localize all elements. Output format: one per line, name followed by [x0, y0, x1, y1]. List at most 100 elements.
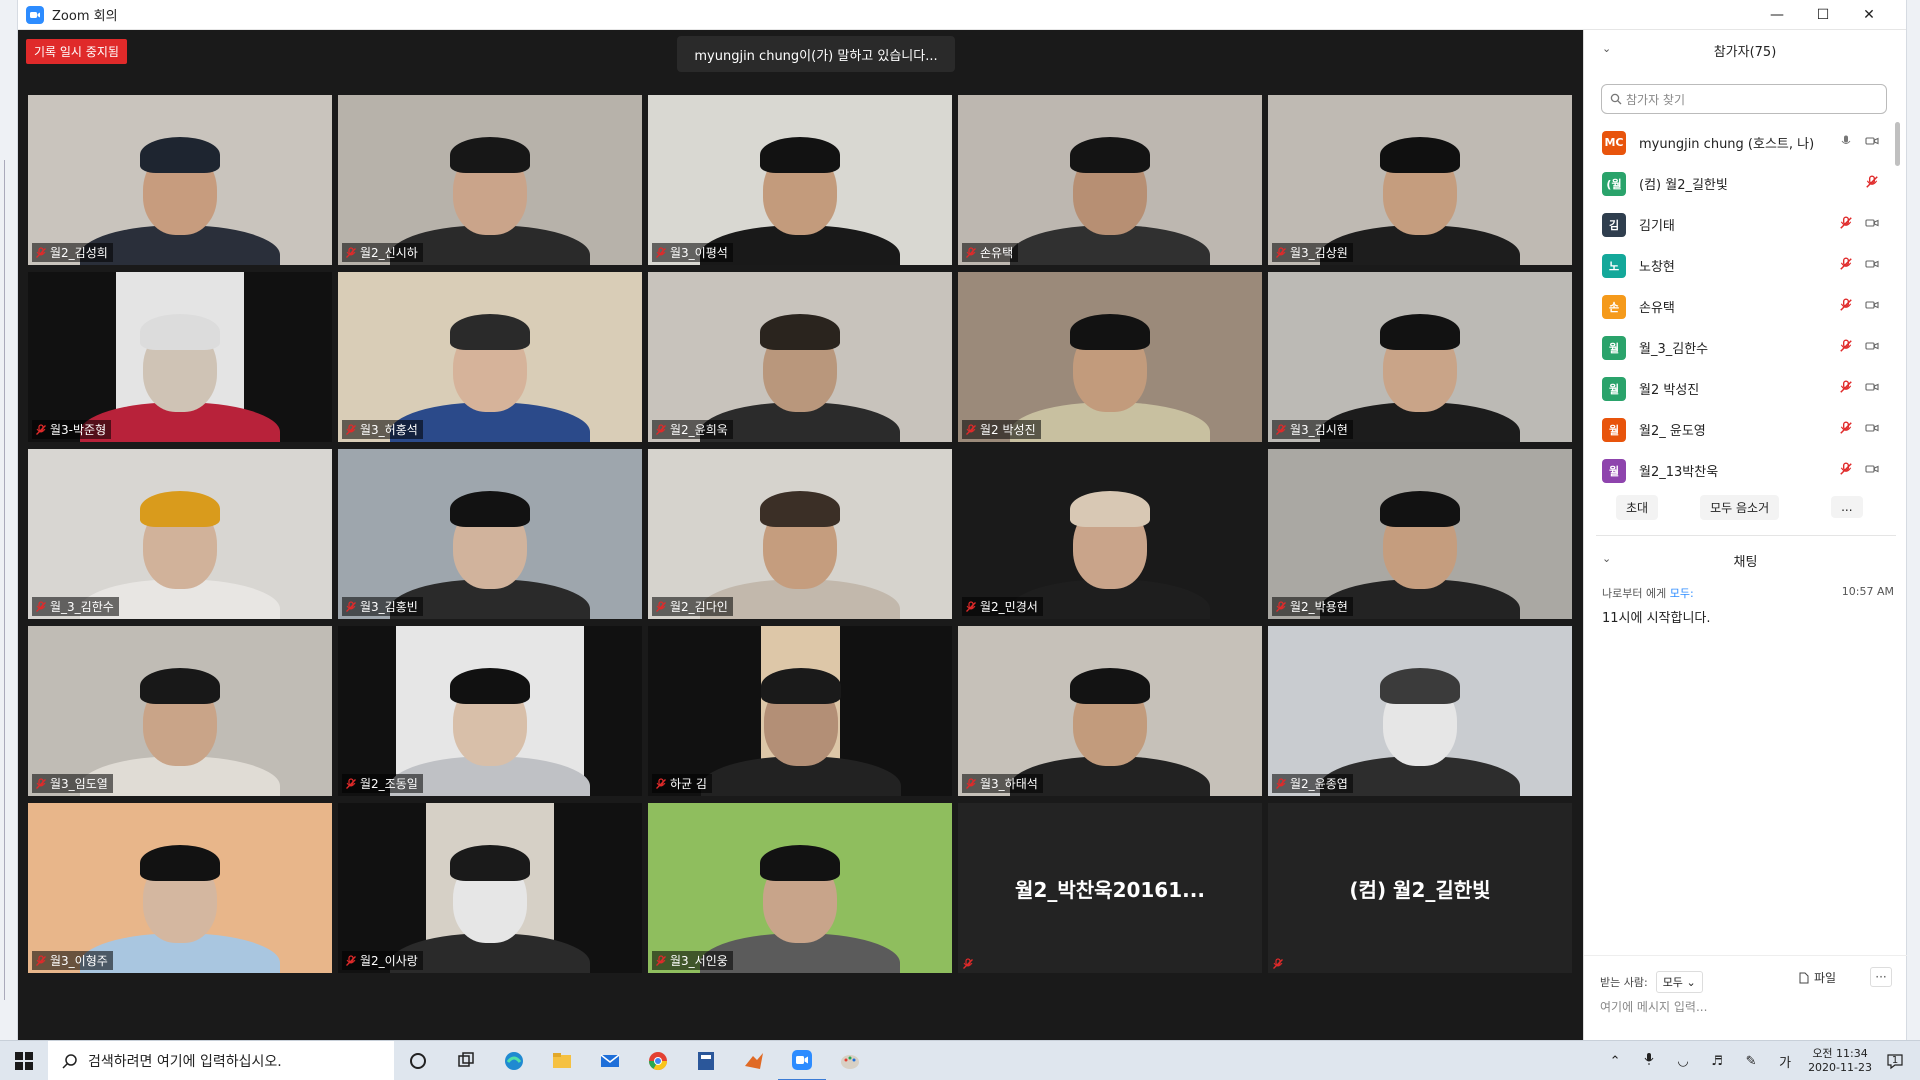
- participant-list-item[interactable]: 월 월2_13박찬욱: [1584, 450, 1907, 491]
- muted-microphone-icon[interactable]: [1839, 257, 1853, 271]
- camera-icon[interactable]: [1865, 339, 1879, 353]
- chat-message-input[interactable]: 여기에 메시지 입력...: [1600, 998, 1707, 1015]
- notification-center-icon[interactable]: 1: [1884, 1047, 1912, 1075]
- participant-name: 월3_김시현: [1290, 423, 1348, 437]
- collapse-participants-icon[interactable]: ⌄: [1602, 42, 1611, 55]
- muted-microphone-icon[interactable]: [1839, 339, 1853, 353]
- participant-list-item[interactable]: 월 월_3_김한수: [1584, 327, 1907, 368]
- file-button[interactable]: 파일: [1798, 969, 1836, 986]
- video-tile[interactable]: 월3_이평석: [648, 95, 952, 265]
- close-button[interactable]: ✕: [1846, 0, 1892, 30]
- video-tile[interactable]: 월3_이형주: [28, 803, 332, 973]
- video-tile[interactable]: 월2_윤희욱: [648, 272, 952, 442]
- minimize-button[interactable]: —: [1754, 0, 1800, 30]
- video-tile[interactable]: 손유택: [958, 95, 1262, 265]
- video-tile[interactable]: 월3-박준형: [28, 272, 332, 442]
- cortana-icon[interactable]: [394, 1041, 442, 1080]
- participant-list-item[interactable]: (월 (컴) 월2_길한빛: [1584, 163, 1907, 204]
- video-tile[interactable]: 월3_하태석: [958, 626, 1262, 796]
- collapse-chat-icon[interactable]: ⌄: [1602, 552, 1611, 565]
- camera-icon[interactable]: [1865, 298, 1879, 312]
- participant-list-item[interactable]: 손 손유택: [1584, 286, 1907, 327]
- paint-app-icon[interactable]: [826, 1041, 874, 1080]
- video-tile[interactable]: 월3_서인웅: [648, 803, 952, 973]
- zoom-taskbar-icon[interactable]: [778, 1041, 826, 1080]
- start-button[interactable]: [0, 1041, 48, 1080]
- chrome-icon[interactable]: [634, 1041, 682, 1080]
- taskbar-search-box[interactable]: 검색하려면 여기에 입력하십시오.: [48, 1040, 394, 1080]
- recipient-select[interactable]: 모두 ⌄: [1655, 971, 1703, 993]
- participant-list-item[interactable]: MC myungjin chung (호스트, 나): [1584, 122, 1907, 163]
- muted-microphone-icon: [965, 423, 977, 436]
- participant-list-item[interactable]: 월 월2_ 윤도영: [1584, 409, 1907, 450]
- camera-icon[interactable]: [1865, 462, 1879, 476]
- muted-microphone-icon[interactable]: [1839, 216, 1853, 230]
- recipient-value: 모두: [1662, 976, 1683, 989]
- participant-list-item[interactable]: 김 김기태: [1584, 204, 1907, 245]
- maximize-button[interactable]: ☐: [1800, 0, 1846, 30]
- recording-paused-badge[interactable]: 기록 일시 중지됨: [26, 39, 127, 64]
- muted-microphone-icon[interactable]: [1839, 462, 1853, 476]
- network-icon[interactable]: ◡: [1672, 1054, 1694, 1069]
- camera-icon[interactable]: [1865, 421, 1879, 435]
- participant-name: 월2_김다인: [670, 600, 728, 614]
- participant-list-item[interactable]: 노 노창현: [1584, 245, 1907, 286]
- chat-more-button[interactable]: ···: [1870, 967, 1892, 987]
- ime-indicator[interactable]: 가: [1774, 1052, 1796, 1071]
- video-tile[interactable]: 월2_민경서: [958, 449, 1262, 619]
- show-hidden-icons-icon[interactable]: ⌃: [1604, 1054, 1626, 1069]
- participants-more-button[interactable]: ...: [1831, 496, 1863, 518]
- muted-microphone-icon[interactable]: [1839, 380, 1853, 394]
- task-view-icon[interactable]: [442, 1041, 490, 1080]
- video-tile[interactable]: 월3_김홍빈: [338, 449, 642, 619]
- camera-icon[interactable]: [1865, 216, 1879, 230]
- muted-microphone-icon[interactable]: [1865, 175, 1879, 189]
- invite-button[interactable]: 초대: [1616, 494, 1659, 520]
- participant-list-item[interactable]: 월 월2 박성진: [1584, 368, 1907, 409]
- video-tile[interactable]: 월2_이사랑: [338, 803, 642, 973]
- clock[interactable]: 오전 11:34 2020-11-23: [1808, 1047, 1872, 1075]
- person-hair: [1380, 314, 1460, 350]
- muted-microphone-icon: [655, 423, 667, 436]
- microphone-icon[interactable]: [1638, 1052, 1660, 1070]
- video-tile[interactable]: 월2_김성희: [28, 95, 332, 265]
- person-hair: [140, 491, 220, 527]
- video-tile[interactable]: 월2_신시하: [338, 95, 642, 265]
- file-explorer-icon[interactable]: [538, 1041, 586, 1080]
- video-tile[interactable]: 월2_조동일: [338, 626, 642, 796]
- title-bar: Zoom 회의 — ☐ ✕: [0, 0, 1920, 30]
- video-tile[interactable]: 월3_허홍석: [338, 272, 642, 442]
- video-tile[interactable]: 월2_김다인: [648, 449, 952, 619]
- volume-icon[interactable]: ♬: [1706, 1054, 1728, 1069]
- video-tile[interactable]: 월3_김시현: [1268, 272, 1572, 442]
- video-tile-camera-off[interactable]: 월2_박찬욱20161...: [958, 803, 1262, 973]
- participant-search-input[interactable]: 참가자 찾기: [1601, 84, 1887, 114]
- participant-list-scrollbar[interactable]: [1895, 122, 1900, 166]
- microphone-icon[interactable]: [1839, 134, 1853, 148]
- participant-name-tag: 월3_하태석: [962, 774, 1043, 793]
- camera-icon[interactable]: [1865, 134, 1879, 148]
- video-tile[interactable]: 월2_박용현: [1268, 449, 1572, 619]
- video-tile[interactable]: 월2_윤종엽: [1268, 626, 1572, 796]
- mute-all-button[interactable]: 모두 음소거: [1700, 494, 1780, 520]
- video-feed: [28, 95, 332, 265]
- camera-icon[interactable]: [1865, 380, 1879, 394]
- video-feed: [338, 449, 642, 619]
- edge-browser-icon[interactable]: [490, 1041, 538, 1080]
- mail-icon[interactable]: [586, 1041, 634, 1080]
- matlab-icon[interactable]: [730, 1041, 778, 1080]
- video-tile[interactable]: 월2 박성진: [958, 272, 1262, 442]
- video-tile[interactable]: 하균 김: [648, 626, 952, 796]
- pen-icon[interactable]: ✎: [1740, 1054, 1762, 1069]
- video-tile-camera-off[interactable]: (컴) 월2_길한빛: [1268, 803, 1572, 973]
- camera-icon[interactable]: [1865, 257, 1879, 271]
- video-tile[interactable]: 월3_김상원: [1268, 95, 1572, 265]
- muted-microphone-icon[interactable]: [1839, 421, 1853, 435]
- video-tile[interactable]: 월3_임도열: [28, 626, 332, 796]
- video-feed: [648, 272, 952, 442]
- participant-name-tag: 월3_이평석: [652, 243, 733, 262]
- muted-microphone-icon[interactable]: [1839, 298, 1853, 312]
- person-hair: [1070, 668, 1150, 704]
- calculator-app-icon[interactable]: [682, 1041, 730, 1080]
- video-tile[interactable]: 월_3_김한수: [28, 449, 332, 619]
